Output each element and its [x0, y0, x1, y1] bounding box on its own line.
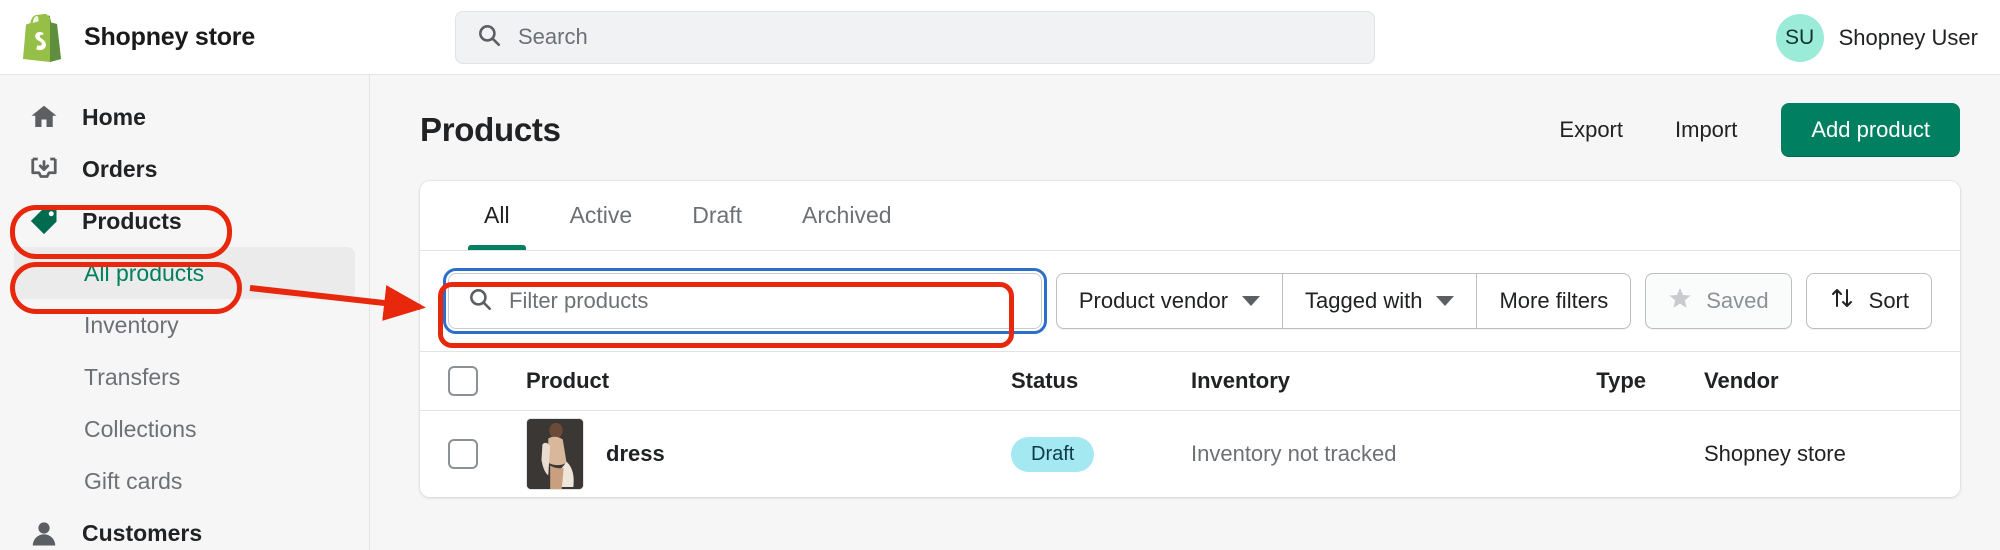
sidebar-item-label-home: Home	[82, 103, 146, 130]
column-header-inventory: Inventory	[1191, 368, 1291, 393]
brand[interactable]: Shopney store	[0, 12, 350, 62]
saved-button[interactable]: Saved	[1645, 273, 1792, 329]
sidebar-item-label-gift-cards: Gift cards	[84, 467, 183, 494]
inventory-cell: Inventory not tracked	[1191, 441, 1397, 466]
products-card: All Active Draft Archived Filter product…	[420, 181, 1960, 497]
row-checkbox[interactable]	[448, 439, 526, 469]
sort-arrows-icon	[1829, 286, 1855, 316]
add-product-button[interactable]: Add product	[1781, 103, 1960, 157]
sidebar-item-inventory[interactable]: Inventory	[14, 299, 355, 351]
sort-button[interactable]: Sort	[1805, 273, 1932, 329]
import-button[interactable]: Import	[1649, 107, 1763, 153]
chevron-down-icon	[1436, 296, 1455, 306]
filter-button-group: Product vendor Tagged with More filters	[1055, 273, 1632, 329]
search-icon	[476, 22, 502, 53]
product-tag-icon	[28, 205, 60, 237]
sidebar-item-label-all-products: All products	[84, 259, 205, 286]
tab-draft[interactable]: Draft	[662, 181, 772, 250]
sidebar-item-gift-cards[interactable]: Gift cards	[14, 455, 355, 507]
product-vendor-label: Product vendor	[1078, 288, 1229, 313]
vendor-cell: Shopney store	[1704, 441, 1846, 466]
sidebar-item-transfers[interactable]: Transfers	[14, 351, 355, 403]
customers-icon	[28, 517, 60, 549]
sidebar-item-label-orders: Orders	[82, 155, 158, 182]
tab-archived[interactable]: Archived	[772, 181, 921, 250]
shopify-bag-icon	[20, 12, 64, 62]
status-badge: Draft	[1011, 436, 1095, 472]
user-name: Shopney User	[1838, 24, 1978, 50]
tagged-with-label: Tagged with	[1305, 288, 1423, 313]
filter-products-input[interactable]: Filter products	[443, 268, 1047, 334]
search-placeholder: Search	[518, 24, 588, 49]
column-header-type: Type	[1596, 368, 1646, 393]
saved-label: Saved	[1706, 288, 1769, 313]
orders-inbox-icon	[28, 153, 60, 185]
sidebar-item-label-customers: Customers	[82, 519, 203, 546]
sidebar-item-products[interactable]: Products	[14, 195, 355, 247]
sidebar-item-home[interactable]: Home	[14, 91, 355, 143]
column-header-product: Product	[526, 368, 610, 393]
product-cell: dress	[526, 418, 1011, 490]
column-header-status: Status	[1011, 368, 1079, 393]
sort-label: Sort	[1868, 288, 1909, 313]
page-actions: Export Import Add product	[1533, 103, 1960, 157]
top-bar: Shopney store Search SU Shopney User	[0, 0, 2000, 75]
checkbox-icon	[448, 366, 478, 396]
sidebar-item-orders[interactable]: Orders	[14, 143, 355, 195]
sidebar-item-label-inventory: Inventory	[84, 311, 179, 338]
search-icon	[467, 286, 493, 317]
filter-products-placeholder: Filter products	[509, 288, 649, 313]
main-content: Products Export Import Add product All A…	[370, 75, 2000, 550]
page-title: Products	[420, 111, 561, 148]
tab-all[interactable]: All	[454, 181, 540, 250]
brand-name: Shopney store	[84, 22, 256, 51]
sidebar-item-label-collections: Collections	[84, 415, 197, 442]
select-all-checkbox[interactable]	[448, 366, 526, 396]
home-icon	[28, 101, 60, 133]
table-row[interactable]: dress Draft Inventory not tracked Shopne…	[420, 411, 1960, 497]
product-name[interactable]: dress	[606, 441, 665, 467]
filter-bar: Filter products Product vendor Tagged wi…	[420, 251, 1960, 351]
tagged-with-button[interactable]: Tagged with	[1283, 273, 1478, 329]
export-button[interactable]: Export	[1533, 107, 1649, 153]
table-header-row: Product Status Inventory Type Vendor	[420, 351, 1960, 411]
more-filters-button[interactable]: More filters	[1477, 273, 1632, 329]
column-header-vendor: Vendor	[1704, 368, 1779, 393]
shopify-admin-products-page: Shopney store Search SU Shopney User Hom…	[0, 0, 2000, 550]
sidebar-item-all-products[interactable]: All products	[14, 247, 355, 299]
sidebar-item-customers[interactable]: Customers	[14, 507, 355, 550]
tab-bar: All Active Draft Archived	[420, 181, 1960, 251]
status-cell: Draft	[1011, 436, 1191, 472]
star-icon	[1668, 286, 1692, 316]
product-thumbnail	[526, 418, 584, 490]
user-menu[interactable]: SU Shopney User	[1775, 0, 1978, 75]
sidebar-item-label-products: Products	[82, 207, 182, 234]
product-vendor-button[interactable]: Product vendor	[1055, 273, 1284, 329]
checkbox-icon	[448, 439, 478, 469]
sidebar-item-collections[interactable]: Collections	[14, 403, 355, 455]
page-header: Products Export Import Add product	[370, 75, 2000, 157]
tab-active[interactable]: Active	[540, 181, 663, 250]
sidebar: Home Orders Products All products Invent…	[0, 75, 370, 550]
sidebar-item-label-transfers: Transfers	[84, 363, 181, 390]
search-input[interactable]: Search	[455, 10, 1375, 64]
avatar: SU	[1775, 13, 1824, 62]
chevron-down-icon	[1242, 296, 1261, 306]
global-search[interactable]: Search	[455, 10, 1375, 64]
